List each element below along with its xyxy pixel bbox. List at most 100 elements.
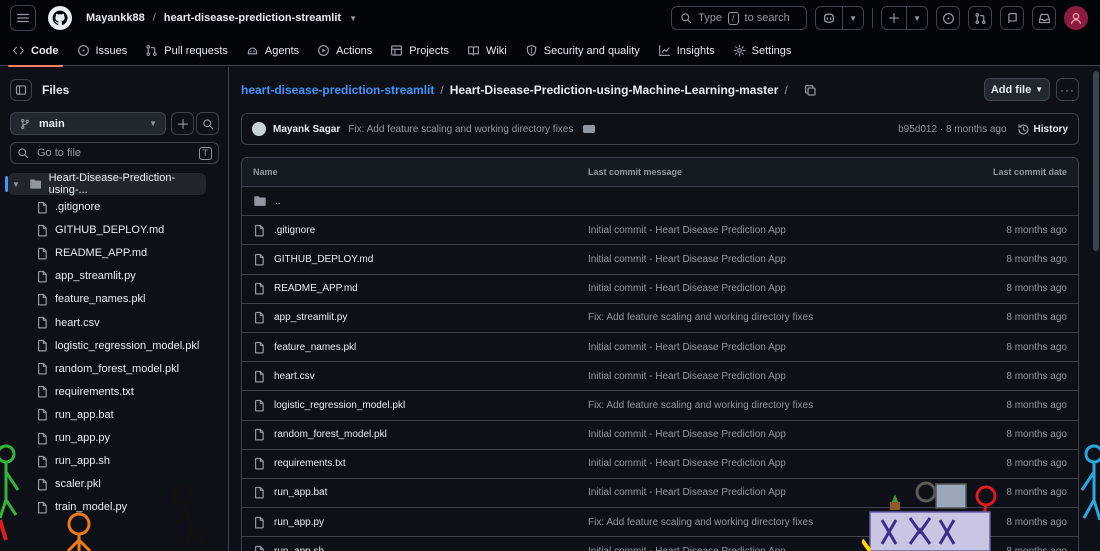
tree-file-item[interactable]: app_streamlit.py [36,267,136,285]
tab-settings[interactable]: Settings [733,36,792,66]
file-name-link[interactable]: GITHUB_DEPLOY.md [274,254,373,265]
commit-message[interactable]: Fix: Add feature scaling and working dir… [348,124,573,135]
file-icon [254,253,264,266]
tree-file-item[interactable]: GITHUB_DEPLOY.md [36,221,164,239]
commit-message-link[interactable]: Initial commit - Heart Disease Predictio… [588,546,786,551]
create-new-dropdown[interactable]: ▼ [906,7,927,29]
repositories-button[interactable] [1000,6,1024,30]
file-name-link[interactable]: run_app.bat [274,487,327,498]
chevron-down-icon[interactable]: ▼ [349,14,357,23]
file-icon [254,516,264,529]
tree-file-item[interactable]: requirements.txt [36,383,134,401]
tab-projects[interactable]: Projects [390,36,449,66]
avatar[interactable] [1064,6,1088,30]
tree-file-item[interactable]: README_APP.md [36,244,147,262]
tree-file-item[interactable]: random_forest_model.pkl [36,360,179,378]
commit-message-link[interactable]: Initial commit - Heart Disease Predictio… [588,283,786,294]
tab-security-and-quality[interactable]: Security and quality [525,36,640,66]
scrollbar-thumb[interactable] [1093,71,1099,251]
file-name-link[interactable]: heart.csv [274,371,315,382]
tab-actions[interactable]: Actions [317,36,372,66]
context-separator: / [152,12,156,24]
add-file-button[interactable] [171,112,194,135]
tab-agents[interactable]: Agents [246,36,299,66]
add-file-dropdown-button[interactable]: Add file ▼ [984,78,1050,101]
book-icon [467,46,479,56]
tree-folder-item[interactable]: ▼ Heart-Disease-Prediction-using-... [5,172,206,196]
commit-message-link[interactable]: Initial commit - Heart Disease Predictio… [588,458,786,469]
file-name-link[interactable]: requirements.txt [274,458,346,469]
file-icon [37,409,47,421]
chevron-down-icon[interactable]: ▼ [12,180,25,189]
pull-requests-button[interactable] [968,6,992,30]
inbox-button[interactable] [1032,6,1056,30]
file-name-link[interactable]: run_app.py [274,517,324,528]
commit-message-link[interactable]: Initial commit - Heart Disease Predictio… [588,371,786,382]
branch-selector[interactable]: main ▼ [10,112,166,135]
table-row: app_streamlit.py Fix: Add feature scaling… [242,304,1078,333]
page-scrollbar[interactable] [1092,67,1100,551]
copilot-dropdown-button[interactable]: ▼ [842,7,863,29]
file-name-link[interactable]: app_streamlit.py [274,312,347,323]
github-logo-icon[interactable] [48,6,72,30]
tree-file-item[interactable]: heart.csv [36,314,100,332]
tab-label: Insights [676,44,715,57]
commit-message-link[interactable]: Fix: Add feature scaling and working dir… [588,517,813,528]
tree-file-item[interactable]: run_app.sh [36,452,110,470]
tree-file-item[interactable]: run_app.py [36,429,110,447]
search-input[interactable]: Type / to search [671,6,808,30]
tab-pull-requests[interactable]: Pull requests [145,36,228,66]
file-name-link[interactable]: .gitignore [274,225,315,236]
chevron-down-icon: ▼ [913,13,921,23]
file-icon [254,224,264,237]
commit-message-link[interactable]: Initial commit - Heart Disease Predictio… [588,487,786,498]
commit-date: 8 months ago [1006,370,1067,382]
commit-author[interactable]: Mayank Sagar [273,124,340,135]
go-to-file-input[interactable]: Go to file T [10,142,219,164]
history-button[interactable]: History [1017,123,1068,136]
tree-file-item[interactable]: feature_names.pkl [36,290,146,308]
copy-path-icon[interactable] [804,84,817,97]
tab-issues[interactable]: Issues [77,36,128,66]
tab-label: Settings [751,44,792,57]
collapse-sidebar-button[interactable] [10,79,32,101]
tree-file-item[interactable]: scaler.pkl [36,475,101,493]
breadcrumb-repo-link[interactable]: heart-disease-prediction-streamlit [241,83,434,97]
file-name-link[interactable]: README_APP.md [274,283,358,294]
header-last-commit-date: Last commit date [992,167,1067,177]
commit-message-link[interactable]: Fix: Add feature scaling and working dir… [588,312,813,323]
file-icon [254,399,264,412]
commit-message-link[interactable]: Fix: Add feature scaling and working dir… [588,400,813,411]
commit-message-link[interactable]: Initial commit - Heart Disease Predictio… [588,429,786,440]
file-name-link[interactable]: random_forest_model.pkl [274,429,387,440]
create-new-button[interactable] [882,7,906,29]
tree-file-item[interactable]: .gitignore [36,198,100,216]
search-files-button[interactable] [196,112,219,135]
expand-commit-icon[interactable] [583,125,596,133]
file-name-link[interactable]: feature_names.pkl [274,342,356,353]
parent-directory-row[interactable]: .. [242,187,1078,217]
tree-file-item[interactable]: run_app.bat [36,406,114,424]
tab-code[interactable]: Code [8,36,62,67]
copilot-button[interactable] [816,7,842,29]
commit-meta[interactable]: b95d012 · 8 months ago [898,124,1006,135]
tree-file-item[interactable]: logistic_regression_model.pkl [36,337,199,355]
repo-link[interactable]: heart-disease-prediction-streamlit [164,12,341,24]
plus-icon [177,118,188,129]
file-icon [254,312,264,324]
owner-link[interactable]: Mayankk88 [86,12,145,24]
tab-insights[interactable]: Insights [658,36,715,66]
commit-message-link[interactable]: Initial commit - Heart Disease Predictio… [588,254,786,265]
hamburger-menu-button[interactable] [10,5,36,31]
more-options-button[interactable]: ··· [1056,78,1079,101]
issues-button[interactable] [936,6,960,30]
tab-label: Issues [95,44,128,57]
file-name-link[interactable]: logistic_regression_model.pkl [274,400,405,411]
tree-file-item[interactable]: train_model.py [36,498,127,516]
commit-message-link[interactable]: Initial commit - Heart Disease Predictio… [588,225,786,236]
commit-author-avatar[interactable] [252,122,266,136]
tab-wiki[interactable]: Wiki [467,36,507,66]
commit-message-link[interactable]: Initial commit - Heart Disease Predictio… [588,342,786,353]
parent-directory-link[interactable]: .. [275,196,281,207]
file-name-link[interactable]: run_app.sh [274,546,324,551]
